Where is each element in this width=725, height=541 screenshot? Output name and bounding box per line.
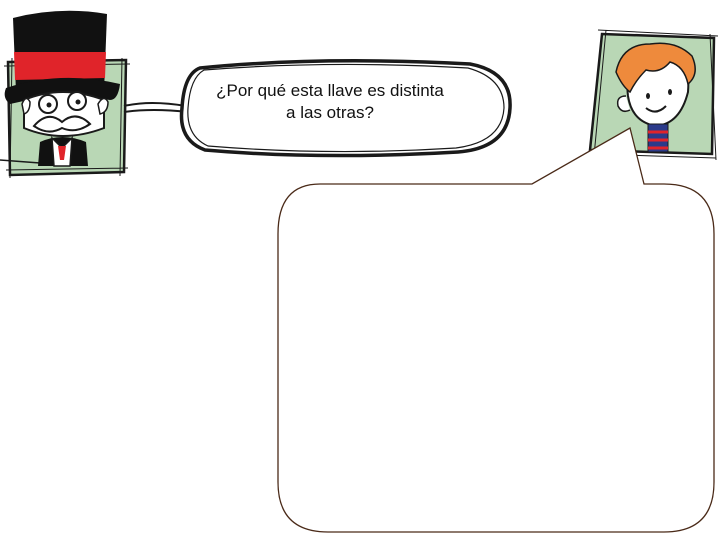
gentleman-suit [38, 136, 88, 167]
question-line-1: ¿Por qué esta llave es distinta [216, 81, 444, 100]
gentleman-portrait [0, 10, 131, 179]
gentleman-face [21, 91, 109, 137]
boy-shirt [647, 123, 669, 153]
question-bubble-connector [123, 102, 189, 113]
answer-text-area [285, 190, 705, 520]
gentleman-top-hat-icon [4, 10, 121, 104]
question-line-2: a las otras? [286, 103, 374, 122]
question-text: ¿Por qué esta llave es distinta a las ot… [205, 80, 455, 124]
